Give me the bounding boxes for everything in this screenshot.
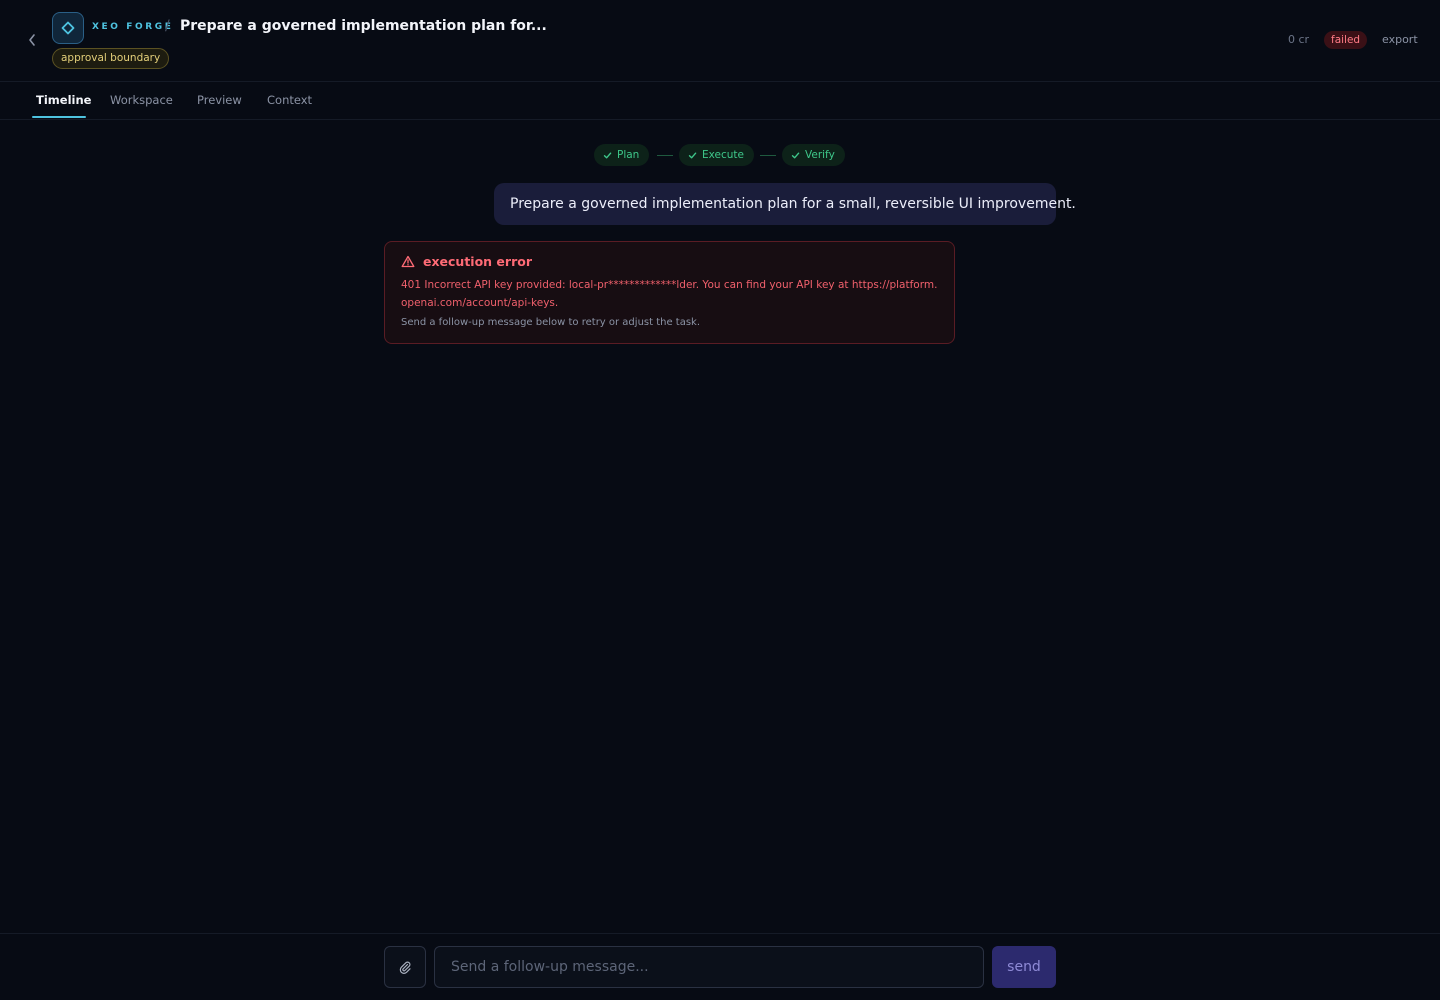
- error-hint: Send a follow-up message below to retry …: [401, 317, 701, 328]
- tab-preview[interactable]: Preview: [185, 82, 254, 120]
- diamond-icon: [61, 21, 75, 35]
- tab-context[interactable]: Context: [255, 82, 324, 120]
- tab-workspace[interactable]: Workspace: [98, 82, 185, 120]
- paperclip-icon: [399, 961, 411, 974]
- execution-error-card: execution error 401 Incorrect API key pr…: [384, 241, 955, 344]
- step-label: Execute: [702, 149, 744, 161]
- composer-bar: send: [0, 933, 1440, 1000]
- credits-count: 0 cr: [1288, 33, 1310, 46]
- send-button[interactable]: send: [992, 946, 1056, 988]
- user-message-bubble: Prepare a governed implementation plan f…: [494, 183, 1076, 225]
- follow-up-message-input[interactable]: [434, 946, 984, 988]
- step-label: Verify: [805, 149, 835, 161]
- step-execute: Execute: [679, 144, 754, 166]
- check-icon: [688, 152, 697, 158]
- app-logo[interactable]: [52, 12, 84, 44]
- export-button[interactable]: export: [1382, 33, 1418, 46]
- breadcrumb-separator: /: [165, 18, 170, 34]
- step-plan: Plan: [594, 144, 650, 166]
- error-title: execution error: [423, 254, 532, 269]
- top-bar: XEO FORGE / Prepare a governed implement…: [0, 0, 1440, 82]
- check-icon: [603, 152, 612, 158]
- warning-icon: [401, 255, 415, 268]
- brand-name: XEO FORGE: [92, 22, 174, 32]
- error-message: 401 Incorrect API key provided: local-pr…: [401, 279, 938, 309]
- step-connector: [657, 155, 673, 156]
- status-badge: failed: [1324, 31, 1368, 49]
- step-connector: [760, 155, 776, 156]
- approval-boundary-badge: approval boundary: [52, 48, 170, 69]
- attach-button[interactable]: [384, 946, 426, 988]
- check-icon: [791, 152, 800, 158]
- page-title: Prepare a governed implementation plan f…: [180, 18, 547, 34]
- chevron-left-icon: [29, 34, 35, 46]
- step-verify: Verify: [782, 144, 845, 166]
- step-label: Plan: [617, 149, 640, 161]
- back-button[interactable]: [22, 30, 42, 50]
- active-tab-indicator: [32, 116, 86, 118]
- tab-timeline[interactable]: Timeline: [24, 82, 103, 120]
- tab-bar: Timeline Workspace Preview Context: [0, 82, 1440, 120]
